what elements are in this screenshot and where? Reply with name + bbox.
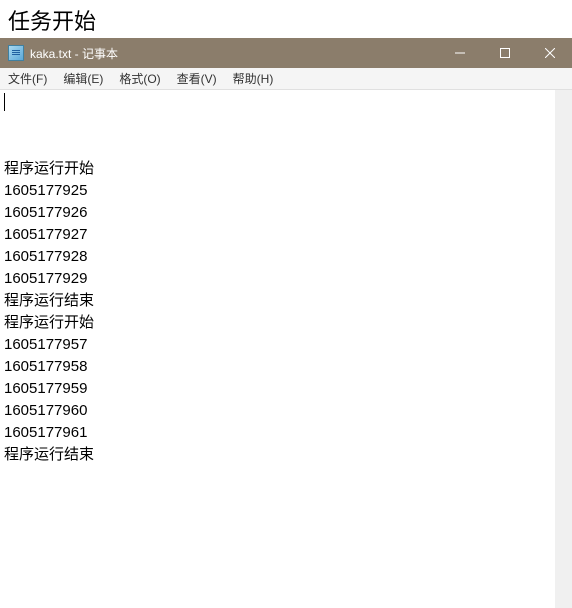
- text-line: 1605177960: [4, 400, 551, 422]
- close-button[interactable]: [527, 38, 572, 68]
- menu-format[interactable]: 格式(O): [111, 68, 168, 89]
- text-cursor-icon: [4, 93, 5, 111]
- text-line: 1605177957: [4, 334, 551, 356]
- menu-file[interactable]: 文件(F): [0, 68, 55, 89]
- text-line: 1605177928: [4, 246, 551, 268]
- text-line: 1605177958: [4, 356, 551, 378]
- notepad-icon: [8, 45, 24, 61]
- titlebar[interactable]: kaka.txt - 记事本: [0, 38, 572, 68]
- menu-view[interactable]: 查看(V): [169, 68, 225, 89]
- text-line: 程序运行开始: [4, 312, 551, 334]
- text-line: 1605177961: [4, 422, 551, 444]
- menu-help[interactable]: 帮助(H): [225, 68, 282, 89]
- text-editor[interactable]: 程序运行开始1605177925160517792616051779271605…: [0, 90, 555, 608]
- window-controls: [437, 38, 572, 68]
- menubar: 文件(F) 编辑(E) 格式(O) 查看(V) 帮助(H): [0, 68, 572, 90]
- text-line: 1605177959: [4, 378, 551, 400]
- text-line: 程序运行开始: [4, 158, 551, 180]
- text-line: 程序运行结束: [4, 290, 551, 312]
- text-line: 程序运行结束: [4, 444, 551, 466]
- content-wrapper: 程序运行开始1605177925160517792616051779271605…: [0, 90, 572, 608]
- text-line: 1605177926: [4, 202, 551, 224]
- vertical-scrollbar[interactable]: [555, 90, 572, 608]
- outer-title: 任务开始: [0, 0, 572, 38]
- minimize-button[interactable]: [437, 38, 482, 68]
- text-line: 1605177925: [4, 180, 551, 202]
- text-line: 1605177927: [4, 224, 551, 246]
- maximize-button[interactable]: [482, 38, 527, 68]
- text-line: 1605177929: [4, 268, 551, 290]
- window-title: kaka.txt - 记事本: [30, 45, 437, 62]
- menu-edit[interactable]: 编辑(E): [55, 68, 111, 89]
